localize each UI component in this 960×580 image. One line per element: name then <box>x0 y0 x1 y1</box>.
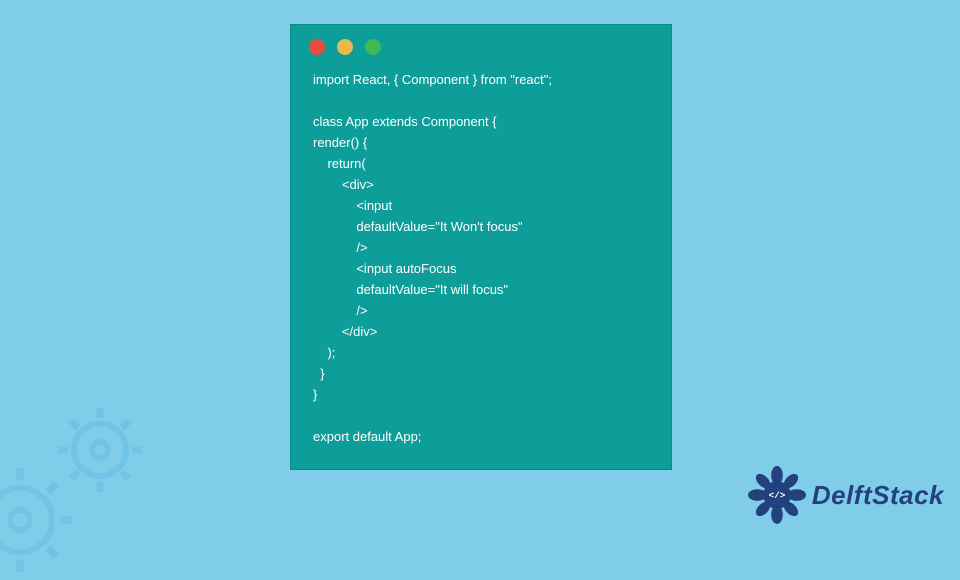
window-titlebar <box>291 25 671 63</box>
code-block: import React, { Component } from "react"… <box>291 63 671 457</box>
brand-logo-icon: </> <box>748 466 806 524</box>
code-window: import React, { Component } from "react"… <box>290 24 672 470</box>
brand-name: DelftStack <box>812 480 944 511</box>
traffic-light-minimize-icon[interactable] <box>337 39 353 55</box>
svg-text:</>: </> <box>769 490 786 501</box>
traffic-light-close-icon[interactable] <box>309 39 325 55</box>
traffic-light-zoom-icon[interactable] <box>365 39 381 55</box>
brand: </> DelftStack <box>748 466 944 524</box>
gears-watermark-icon <box>0 380 160 580</box>
